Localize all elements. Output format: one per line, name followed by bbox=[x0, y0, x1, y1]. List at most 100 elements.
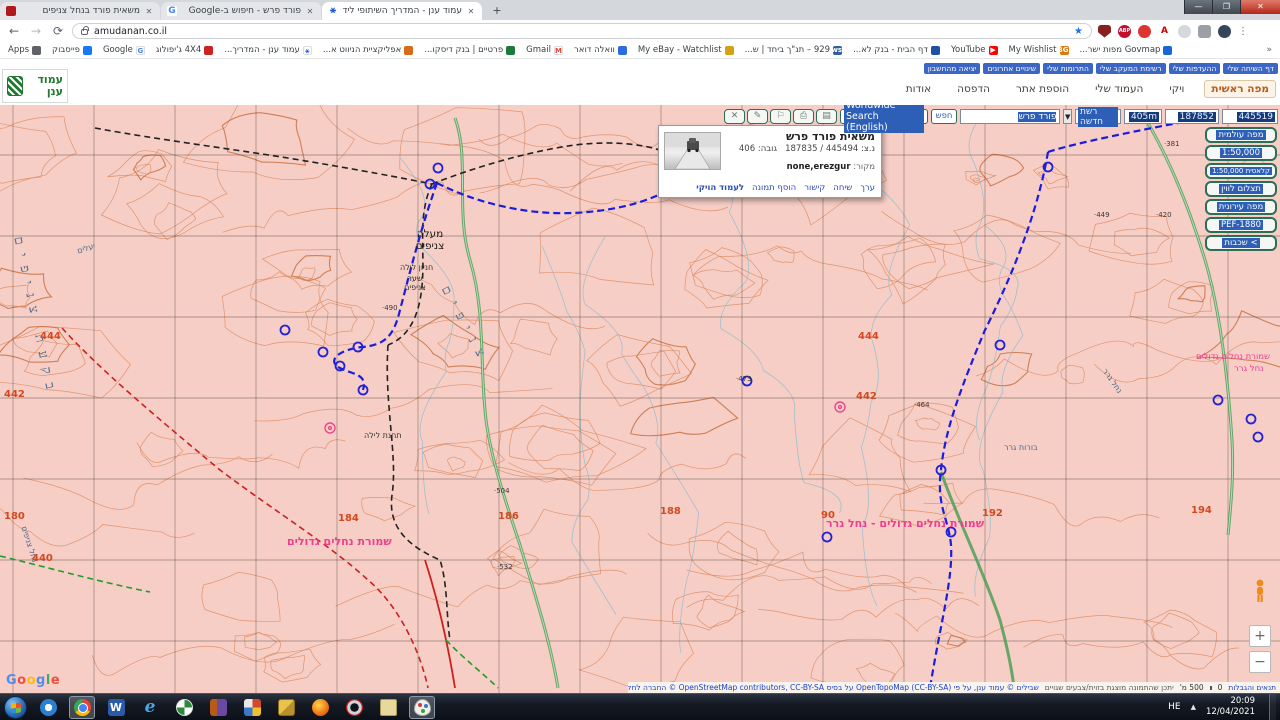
reload-icon[interactable]: ⟳ bbox=[50, 24, 66, 38]
bookmark-item[interactable]: MGmail bbox=[526, 45, 563, 55]
grid-select[interactable]: רשת חדשה bbox=[1075, 109, 1121, 124]
bookmark-item[interactable]: ▶YouTube bbox=[951, 45, 998, 55]
new-tab-button[interactable]: + bbox=[489, 3, 505, 19]
bookmark-item[interactable]: Govmap מפות ישר... bbox=[1080, 45, 1173, 55]
bookmark-item[interactable]: וואלה דואר bbox=[574, 45, 627, 55]
forward-icon[interactable]: → bbox=[28, 24, 44, 38]
zoom-out-button[interactable]: − bbox=[1249, 651, 1271, 673]
bookmark-item[interactable]: My eBay - Watchlist bbox=[638, 45, 734, 55]
search-scope-select[interactable]: Worldwide Search (English) bbox=[840, 109, 928, 124]
map-site-marker[interactable] bbox=[823, 533, 832, 542]
user-link[interactable]: דף השיחה שלי bbox=[1223, 63, 1278, 74]
site-tab-item[interactable]: אודות bbox=[900, 81, 937, 97]
credits-text[interactable]: שבילים © עמוד ענן, על פי OpenTopoMap (CC… bbox=[628, 683, 1039, 692]
layer-button[interactable]: 1:50,000 bbox=[1205, 145, 1277, 161]
pin-button[interactable]: ⚐ bbox=[770, 109, 791, 124]
bookmark-item[interactable]: פרטיים | בנק דיסקו... bbox=[424, 45, 515, 55]
map-canvas[interactable]: מעלה צניפיםחניון לילהשער צניפיםתחנת לילה… bbox=[0, 105, 1280, 693]
map-site-marker[interactable] bbox=[996, 341, 1005, 350]
taskbar-word-icon[interactable]: W bbox=[103, 696, 129, 719]
bookmark-item[interactable]: GGoogle bbox=[103, 45, 145, 55]
taskbar-mediaplayer-icon[interactable] bbox=[35, 696, 61, 719]
taskbar-moviemaker-icon[interactable] bbox=[205, 696, 231, 719]
layer-button[interactable]: מפה עולמית bbox=[1205, 127, 1277, 143]
site-tab-active[interactable]: מפה ראשית bbox=[1204, 80, 1276, 98]
search-dropdown-icon[interactable]: ▼ bbox=[1063, 109, 1072, 124]
popup-link[interactable]: קישור bbox=[804, 183, 825, 193]
tab-close-icon[interactable]: ✕ bbox=[305, 7, 315, 16]
tab-close-icon[interactable]: ✕ bbox=[144, 7, 154, 16]
taskbar-recorder-icon[interactable] bbox=[341, 696, 367, 719]
terms-link[interactable]: תנאים והגבלות bbox=[1228, 683, 1276, 692]
browser-tab[interactable]: ✕משאית פורד בנחל צניפים bbox=[0, 2, 160, 20]
site-tab-item[interactable]: הדפסה bbox=[951, 81, 996, 97]
trail-red[interactable] bbox=[62, 328, 455, 688]
bookmark-item[interactable]: אפליקציית הניווט א... bbox=[323, 45, 413, 55]
chrome-menu-icon[interactable]: ⋮ bbox=[1238, 26, 1248, 37]
bookmarks-overflow-icon[interactable]: » bbox=[1266, 45, 1272, 55]
popup-link[interactable]: שיחה bbox=[833, 183, 852, 193]
url-omnibox[interactable]: amudanan.co.il ★ bbox=[72, 23, 1092, 39]
ublock-icon[interactable]: 3 bbox=[1098, 25, 1111, 38]
language-indicator[interactable]: HE bbox=[1168, 702, 1180, 712]
start-button[interactable] bbox=[4, 696, 27, 719]
print-button[interactable]: ⎙ bbox=[793, 109, 814, 124]
pegman-icon[interactable] bbox=[1252, 579, 1268, 603]
extension-icon[interactable] bbox=[1178, 25, 1191, 38]
restore-button[interactable]: ❐ bbox=[1212, 0, 1240, 14]
trail-blue[interactable] bbox=[334, 117, 1210, 688]
tab-close-icon[interactable]: ✕ bbox=[466, 7, 476, 16]
adblock-icon[interactable]: ABP bbox=[1118, 25, 1131, 38]
user-link[interactable]: התרומות שלי bbox=[1043, 63, 1093, 74]
layer-button[interactable]: PEF-1880 bbox=[1205, 217, 1277, 233]
map-site-marker[interactable] bbox=[1254, 433, 1263, 442]
site-logo[interactable]: עמוד ענן bbox=[2, 69, 68, 103]
bookmark-item[interactable]: Apps bbox=[8, 45, 41, 55]
layer-button[interactable]: מפה עירונית bbox=[1205, 199, 1277, 215]
popup-photo-thumbnail[interactable] bbox=[664, 132, 721, 170]
site-tab-item[interactable]: הוספת אתר bbox=[1010, 81, 1075, 97]
map-site-marker[interactable] bbox=[281, 326, 290, 335]
user-link[interactable]: יציאה מהחשבון bbox=[924, 63, 981, 74]
easting-field[interactable]: 187852 bbox=[1165, 109, 1219, 124]
site-tab-item[interactable]: העמוד שלי bbox=[1089, 81, 1149, 97]
bookmark-item[interactable]: ws929 – תנ"ך ביחד | ש... bbox=[745, 45, 842, 55]
taskbar-compass-icon[interactable] bbox=[171, 696, 197, 719]
user-link[interactable]: שינויים אחרונים bbox=[983, 63, 1040, 74]
popup-link[interactable]: לעמוד הויקי bbox=[696, 183, 744, 193]
trail-black[interactable] bbox=[95, 128, 665, 640]
profile-avatar[interactable] bbox=[1218, 25, 1231, 38]
puzzle-extensions-icon[interactable] bbox=[1198, 25, 1211, 38]
taskbar-chrome-icon[interactable] bbox=[69, 696, 95, 719]
popup-link[interactable]: הוסף תמונה bbox=[752, 183, 796, 193]
open-button[interactable]: ▤ bbox=[816, 109, 837, 124]
taskbar-firefox-icon[interactable] bbox=[307, 696, 333, 719]
user-link[interactable]: רשימת המעקב שלי bbox=[1096, 63, 1166, 74]
taskbar-paint-icon[interactable] bbox=[409, 696, 435, 719]
tray-expand-icon[interactable]: ▲ bbox=[1191, 703, 1196, 711]
map-site-marker[interactable] bbox=[1247, 415, 1256, 424]
edit-button[interactable]: ✎ bbox=[747, 109, 768, 124]
map-site-marker[interactable] bbox=[319, 348, 328, 357]
northing-field[interactable]: 445519 bbox=[1222, 109, 1278, 124]
map-site-marker[interactable] bbox=[743, 377, 752, 386]
browser-tab[interactable]: ✕פורד פרש - חיפוש ב-GoogleG bbox=[161, 2, 321, 20]
close-button[interactable]: ✕ bbox=[1240, 0, 1280, 14]
bookmark-item[interactable]: 4X4 ג'יפולוג bbox=[156, 45, 213, 55]
taskbar-ie-icon[interactable]: e bbox=[137, 696, 163, 719]
bookmark-item[interactable]: דף הבית - בנק לא... bbox=[853, 45, 940, 55]
taskbar-photos-icon[interactable] bbox=[239, 696, 265, 719]
map-site-marker[interactable] bbox=[434, 164, 443, 173]
site-tab-item[interactable]: ויקי bbox=[1163, 81, 1190, 97]
zoom-in-button[interactable]: + bbox=[1249, 625, 1271, 647]
map-site-marker[interactable] bbox=[1214, 396, 1223, 405]
layer-button[interactable]: שכבות < bbox=[1205, 235, 1277, 251]
taskbar-explorer-icon[interactable] bbox=[375, 696, 401, 719]
search-button[interactable]: חפש bbox=[931, 109, 958, 124]
show-desktop-button[interactable] bbox=[1269, 694, 1276, 720]
bookmark-item[interactable]: פייסבוק bbox=[52, 45, 92, 55]
search-input[interactable]: פורד פרש bbox=[960, 109, 1060, 124]
minimize-button[interactable]: — bbox=[1184, 0, 1212, 14]
acrobat-icon[interactable]: A bbox=[1158, 25, 1171, 38]
back-icon[interactable]: ← bbox=[6, 24, 22, 38]
